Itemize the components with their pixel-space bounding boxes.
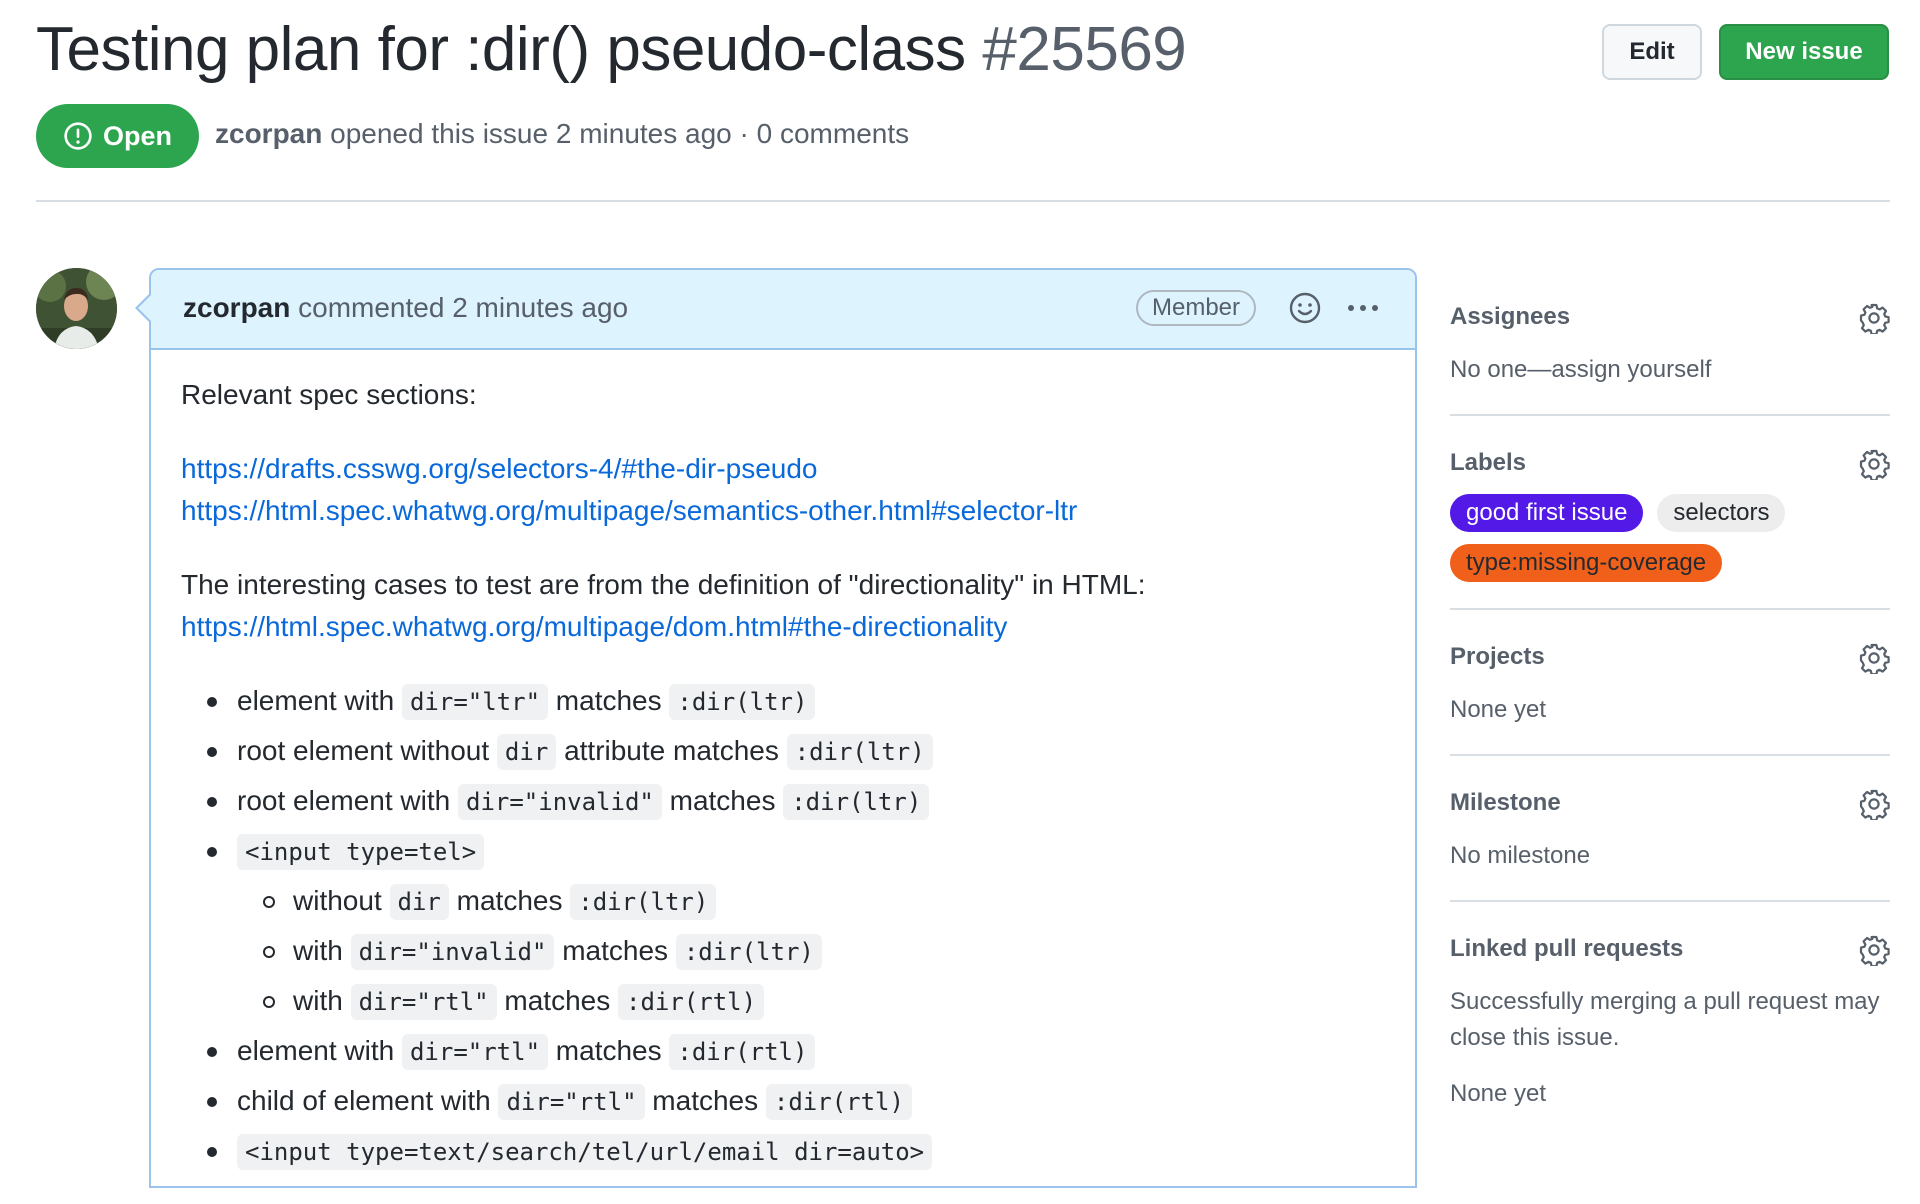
list-item-text: matches: [555, 685, 662, 716]
issue-title: Testing plan for :dir() pseudo-class #25…: [36, 12, 1187, 88]
inline-code: <input type=text/search/tel/url/email di…: [237, 1134, 933, 1170]
label-pill[interactable]: type:missing-coverage: [1450, 544, 1723, 582]
kebab-horizontal-icon[interactable]: [1343, 290, 1383, 326]
inline-code: <input type=tel>: [237, 834, 485, 870]
list-item: root element without dir attribute match…: [207, 730, 1385, 773]
projects-value: None yet: [1450, 696, 1547, 723]
list-item-text: matches: [652, 1085, 759, 1116]
list-item-text: child of element with: [237, 1085, 491, 1116]
comment-author-link[interactable]: zcorpan: [183, 292, 290, 323]
comment-header: zcorpan commented 2 minutes ago Member: [151, 270, 1415, 350]
list-item-text: matches: [555, 1035, 662, 1066]
list-item: without dir matches :dir(ltr): [263, 880, 1385, 923]
issue-opened-text: opened this issue 2 minutes ago · 0 comm…: [330, 118, 910, 149]
assignees-value[interactable]: No one—assign yourself: [1450, 352, 1890, 388]
cases-intro: The interesting cases to test are from t…: [181, 569, 1146, 600]
issue-meta: zcorpan opened this issue 2 minutes ago …: [215, 118, 909, 150]
inline-code: :dir(ltr): [675, 934, 822, 970]
sidebar-heading[interactable]: Linked pull requests: [1450, 934, 1890, 964]
sidebar-linked-prs: Linked pull requests Successfully mergin…: [1450, 902, 1890, 1138]
smiley-icon[interactable]: [1287, 290, 1323, 326]
list-item: root element with dir="invalid" matches …: [207, 780, 1385, 823]
sidebar-heading[interactable]: Assignees: [1450, 302, 1890, 332]
list-item: with dir="rtl" matches :dir(rtl): [263, 980, 1385, 1023]
list-item: child of element with dir="rtl" matches …: [207, 1080, 1385, 1123]
list-item: element with dir="ltr" matches :dir(ltr): [207, 680, 1385, 723]
cases-list: element with dir="ltr" matches :dir(ltr)…: [181, 680, 1385, 1173]
avatar[interactable]: [36, 268, 117, 349]
inline-code: :dir(ltr): [669, 684, 816, 720]
spec-link[interactable]: https://drafts.csswg.org/selectors-4/#th…: [181, 453, 818, 484]
sidebar-heading[interactable]: Projects: [1450, 642, 1890, 672]
sidebar: Assignees No one—assign yourself Labels …: [1450, 268, 1890, 1138]
sidebar-projects: Projects None yet: [1450, 610, 1890, 756]
issue-opened-icon: [64, 122, 92, 150]
spec-link[interactable]: https://html.spec.whatwg.org/multipage/s…: [181, 495, 1077, 526]
spec-link[interactable]: https://html.spec.whatwg.org/multipage/d…: [181, 611, 1007, 642]
gear-icon[interactable]: [1858, 642, 1890, 674]
linked-prs-description: Successfully merging a pull request may …: [1450, 988, 1880, 1051]
list-item-text: matches: [456, 885, 563, 916]
list-item-text: matches: [562, 935, 669, 966]
inline-code: dir="rtl": [498, 1084, 645, 1120]
inline-code: :dir(rtl): [765, 1084, 912, 1120]
list-item-text: element with: [237, 1035, 395, 1066]
comment-intro: Relevant spec sections:: [181, 379, 477, 410]
list-item-text: without: [293, 885, 382, 916]
header-divider: [36, 200, 1890, 202]
list-item: with dir="invalid" matches :dir(ltr): [263, 930, 1385, 973]
label-pill[interactable]: selectors: [1657, 494, 1786, 532]
list-item: <input type=text/search/tel/url/email di…: [207, 1130, 1385, 1173]
linked-prs-value: None yet: [1450, 1080, 1547, 1107]
labels-list: good first issue selectors type:missing-…: [1450, 494, 1890, 582]
sidebar-heading[interactable]: Labels: [1450, 448, 1890, 478]
sub-list: without dir matches :dir(ltr) with dir="…: [237, 880, 1385, 1023]
state-label: Open: [102, 120, 172, 151]
gear-icon[interactable]: [1858, 934, 1890, 966]
comment-box: zcorpan commented 2 minutes ago Member R…: [135, 268, 1417, 1188]
list-item: element with dir="rtl" matches :dir(rtl): [207, 1030, 1385, 1073]
edit-button[interactable]: Edit: [1602, 24, 1702, 80]
inline-code: dir: [496, 734, 557, 770]
inline-code: :dir(ltr): [783, 784, 930, 820]
inline-code: dir="invalid": [458, 784, 662, 820]
gear-icon[interactable]: [1858, 788, 1890, 820]
list-item-text: matches: [504, 985, 611, 1016]
list-item-text: root element with: [237, 785, 451, 816]
new-issue-button[interactable]: New issue: [1719, 24, 1889, 80]
milestone-value: No milestone: [1450, 842, 1591, 869]
list-item-text: attribute matches: [564, 735, 779, 766]
comment-author-line: zcorpan commented 2 minutes ago: [183, 292, 628, 324]
issue-title-text: Testing plan for :dir() pseudo-class: [36, 15, 966, 84]
inline-code: :dir(rtl): [669, 1034, 816, 1070]
label-pill[interactable]: good first issue: [1450, 494, 1644, 532]
sidebar-milestone: Milestone No milestone: [1450, 756, 1890, 902]
gear-icon[interactable]: [1858, 448, 1890, 480]
member-badge: Member: [1136, 290, 1257, 326]
list-item-text: root element without: [237, 735, 490, 766]
inline-code: dir="invalid": [350, 934, 555, 970]
list-item-text: with: [293, 985, 343, 1016]
sidebar-labels: Labels good first issue selectors type:m…: [1450, 416, 1890, 610]
state-badge: Open: [36, 104, 199, 168]
inline-code: :dir(rtl): [618, 984, 765, 1020]
sidebar-assignees: Assignees No one—assign yourself: [1450, 268, 1890, 416]
inline-code: :dir(ltr): [786, 734, 933, 770]
inline-code: dir="rtl": [350, 984, 497, 1020]
issue-number: #25569: [982, 15, 1187, 84]
sidebar-heading[interactable]: Milestone: [1450, 788, 1890, 818]
comment-body: Relevant spec sections: https://drafts.c…: [151, 350, 1415, 1204]
gear-icon[interactable]: [1858, 302, 1890, 334]
list-item-text: matches: [669, 785, 776, 816]
list-item-text: with: [293, 935, 343, 966]
inline-code: :dir(ltr): [570, 884, 717, 920]
list-item-text: element with: [237, 685, 395, 716]
inline-code: dir="rtl": [401, 1034, 549, 1070]
inline-code: dir: [389, 884, 449, 920]
inline-code: dir="ltr": [401, 684, 549, 720]
list-item: <input type=tel> without dir matches :di…: [207, 830, 1385, 1023]
issue-author-link[interactable]: zcorpan: [215, 118, 322, 149]
comment-timestamp[interactable]: commented 2 minutes ago: [298, 292, 628, 323]
